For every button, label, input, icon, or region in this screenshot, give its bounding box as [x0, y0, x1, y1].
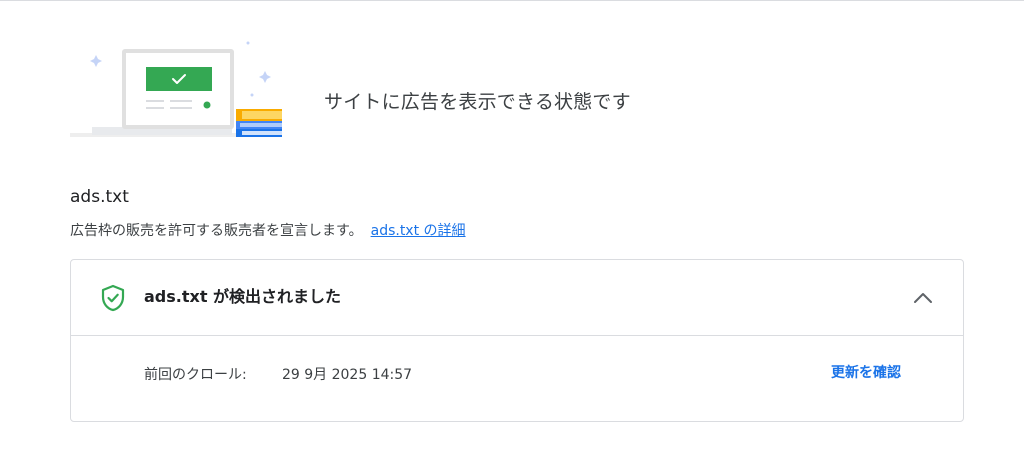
section-title: ads.txt: [70, 187, 129, 207]
shield-check-icon: [100, 284, 126, 312]
section-description: 広告枠の販売を許可する販売者を宣言します。 ads.txt の詳細: [70, 221, 466, 241]
ads-txt-details-link[interactable]: ads.txt の詳細: [371, 223, 466, 239]
status-title: サイトに広告を表示できる状態です: [324, 91, 631, 113]
card-header[interactable]: ads.txt が検出されました: [71, 260, 963, 336]
last-crawl-label: 前回のクロール:: [144, 367, 247, 383]
ads-txt-status-card: ads.txt が検出されました 前回のクロール: 29 9月 2025 14:…: [70, 259, 964, 422]
card-body: 前回のクロール: 29 9月 2025 14:57 更新を確認: [71, 336, 963, 422]
chevron-up-icon[interactable]: [911, 286, 935, 310]
section-description-text: 広告枠の販売を許可する販売者を宣言します。: [70, 223, 363, 239]
monitor-check-illustration: [70, 37, 282, 141]
card-title: ads.txt が検出されました: [144, 287, 342, 306]
last-crawl-value: 29 9月 2025 14:57: [282, 367, 413, 383]
check-for-updates-button[interactable]: 更新を確認: [831, 363, 901, 383]
ads-txt-page: サイトに広告を表示できる状態です ads.txt 広告枠の販売を許可する販売者を…: [0, 0, 1024, 451]
